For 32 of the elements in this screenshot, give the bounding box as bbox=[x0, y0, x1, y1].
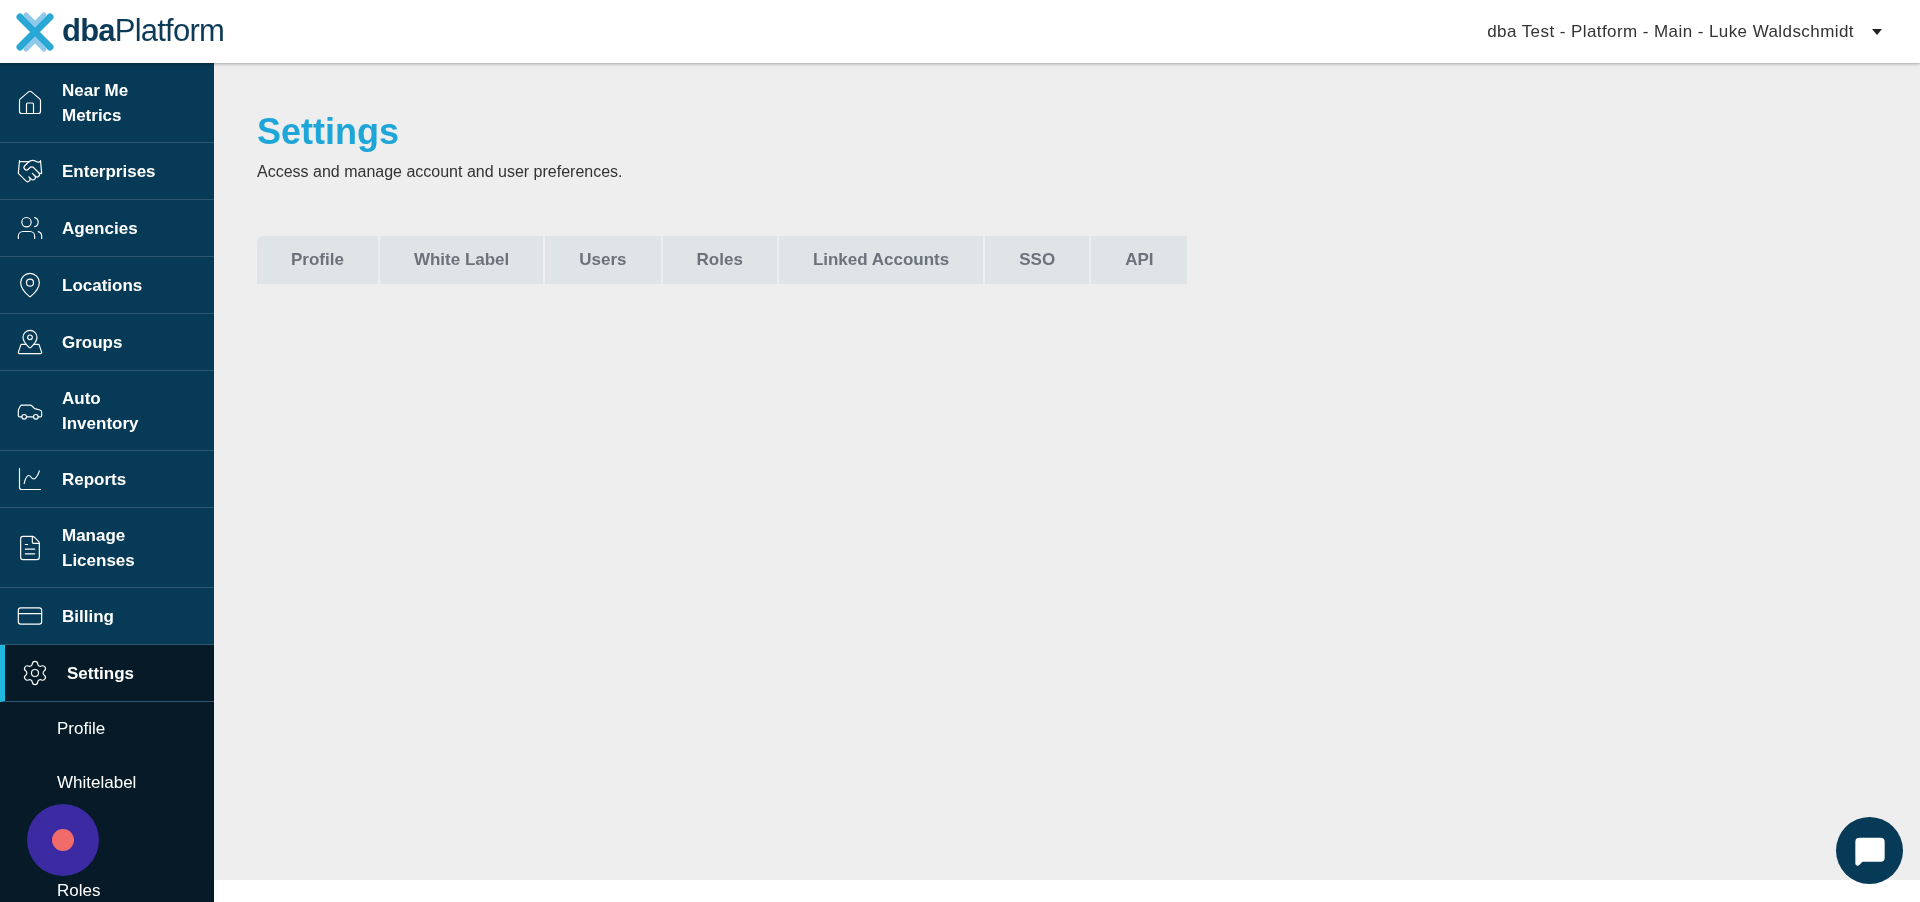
sidebar-item[interactable]: Groups bbox=[0, 314, 214, 371]
submenu-link[interactable]: Whitelabel bbox=[0, 756, 214, 810]
submenu-link[interactable]: Roles bbox=[0, 864, 214, 902]
sidebar-item[interactable]: Locations bbox=[0, 257, 214, 314]
page-subtitle: Access and manage account and user preferences. bbox=[257, 162, 624, 182]
submenu-link[interactable]: Profile bbox=[0, 702, 214, 756]
settings-tab[interactable]: Users bbox=[545, 236, 661, 284]
sidebar-item[interactable]: Near Me Metrics bbox=[0, 63, 214, 143]
settings-tab[interactable]: API bbox=[1091, 236, 1188, 284]
sidebar-item[interactable]: Settings bbox=[0, 645, 214, 702]
account-menu[interactable]: dba Test - Platform - Main - Luke Waldschmidt bbox=[1487, 18, 1882, 45]
page-title: Settings bbox=[257, 110, 400, 154]
caret-icon bbox=[1872, 28, 1882, 35]
sidebar-item[interactable]: Auto Inventory bbox=[0, 371, 214, 451]
house-icon bbox=[16, 88, 44, 117]
map-pins-icon bbox=[16, 328, 44, 356]
sidebar-item[interactable]: Billing bbox=[0, 588, 214, 645]
sidebar-item[interactable]: Enterprises bbox=[0, 143, 214, 200]
settings-tab[interactable]: Profile bbox=[257, 236, 378, 284]
line-chart-icon bbox=[16, 465, 44, 493]
handshake-icon bbox=[16, 157, 44, 185]
settings-tab[interactable]: White Label bbox=[379, 236, 544, 284]
logo-text: dbaPlatform bbox=[62, 12, 224, 51]
settings-tab[interactable]: Linked Accounts bbox=[778, 236, 984, 284]
logo-icon bbox=[14, 10, 56, 53]
settings-icon bbox=[21, 659, 49, 687]
sidebar-item[interactable]: Manage Licenses bbox=[0, 508, 214, 588]
settings-tab[interactable]: Roles bbox=[662, 236, 777, 284]
settings-tab[interactable]: SSO bbox=[985, 236, 1090, 284]
sidebar-item[interactable]: Reports bbox=[0, 451, 214, 508]
sidebar-item[interactable]: Agencies bbox=[0, 200, 214, 257]
people-icon bbox=[16, 214, 44, 242]
